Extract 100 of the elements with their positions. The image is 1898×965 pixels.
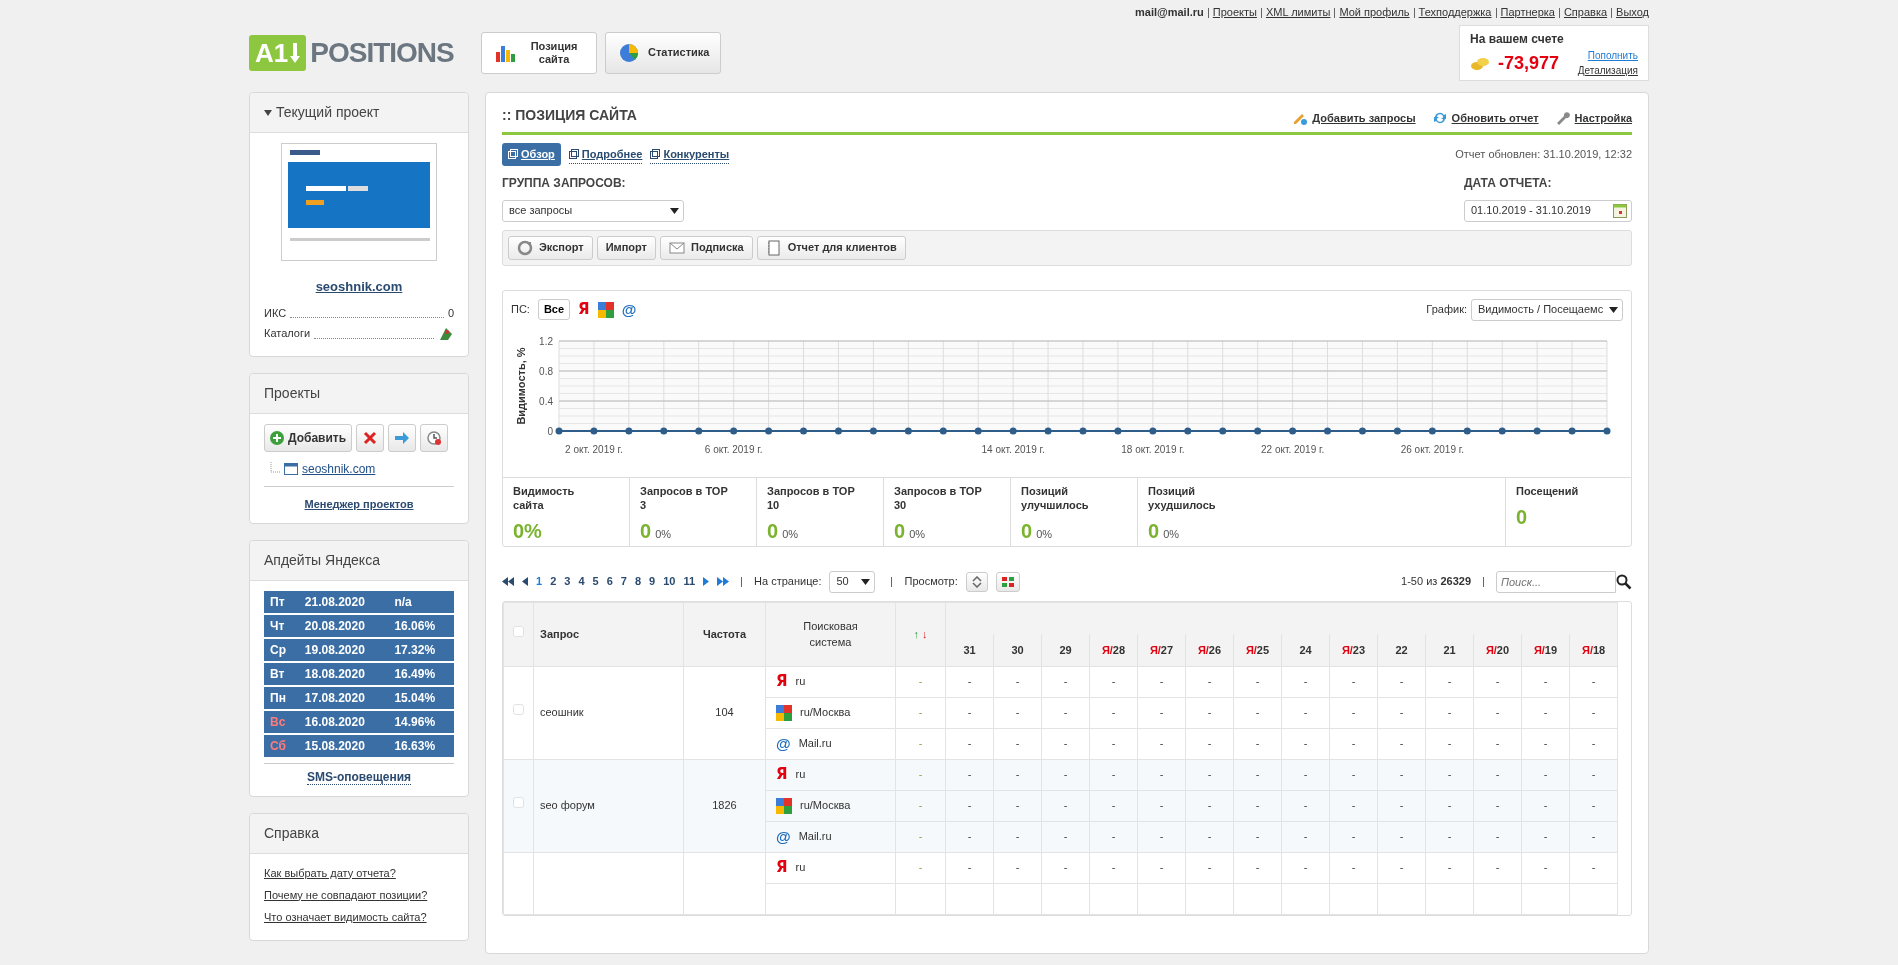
nav-tab[interactable]: Позиция сайта — [481, 32, 597, 74]
top-link[interactable]: Техподдержка — [1418, 6, 1492, 18]
page-link[interactable]: 7 — [620, 573, 627, 590]
top-link[interactable]: Проекты — [1212, 6, 1257, 18]
nav-tab[interactable]: Статистика — [605, 32, 721, 74]
x-tick-label: 6 окт. 2019 г. — [704, 443, 763, 455]
stat-value: 0 — [1148, 519, 1160, 545]
google-icon — [776, 704, 792, 721]
sort-down-arrow[interactable]: ↓ — [922, 627, 928, 640]
toolbar-button[interactable]: Подписка — [660, 235, 753, 260]
position-value: - — [967, 706, 972, 719]
page-link[interactable]: 4 — [578, 573, 585, 590]
mail-at-icon: @ — [776, 829, 791, 844]
top-up-link[interactable]: Пополнить — [1587, 50, 1638, 61]
toolbar-button[interactable]: Импорт — [596, 235, 656, 260]
page-link[interactable]: 2 — [550, 573, 557, 590]
day-header: Я/28 — [1089, 634, 1138, 666]
panel-title: Проекты — [264, 383, 321, 403]
update-day: Пт — [264, 590, 299, 614]
view-tab[interactable]: Обзор — [502, 143, 561, 166]
column-header: Запрос — [533, 602, 684, 666]
project-manager-link[interactable]: Менеджер проектов — [304, 497, 414, 510]
update-day: Сб — [264, 733, 299, 758]
move-button[interactable] — [388, 423, 417, 452]
action-link[interactable]: Добавить запросы — [1292, 109, 1416, 126]
help-link[interactable]: Почему не совпадают позиции? — [264, 888, 428, 901]
first-page-icon[interactable] — [502, 577, 514, 586]
details-link[interactable]: Детализация — [1577, 63, 1638, 78]
position-value: - — [967, 675, 972, 688]
sort-view-button[interactable] — [965, 571, 988, 592]
data-point — [695, 427, 703, 434]
view-tab[interactable]: Конкуренты — [650, 144, 730, 164]
next-page-icon[interactable] — [703, 577, 709, 586]
top-link[interactable]: Выход — [1616, 6, 1649, 18]
position-value: - — [1447, 706, 1452, 719]
position-value: - — [1351, 768, 1356, 781]
view-tab[interactable]: Подробнее — [568, 144, 643, 164]
yandex-icon[interactable]: Я — [578, 302, 590, 317]
mail-at-icon[interactable]: @ — [621, 302, 637, 317]
action-link[interactable]: Обновить отчет — [1431, 109, 1539, 126]
select-all-checkbox[interactable] — [513, 625, 524, 637]
last-page-icon[interactable] — [717, 577, 729, 586]
schedule-button[interactable] — [420, 423, 449, 452]
page-link[interactable]: 9 — [649, 573, 656, 590]
stat-label: Каталоги — [264, 326, 311, 341]
tab-icon — [568, 148, 579, 159]
page-link[interactable]: 3 — [564, 573, 571, 590]
frequency-value: 1826 — [712, 799, 737, 812]
position-value: - — [1591, 830, 1596, 843]
engine-filter-button[interactable]: Все — [537, 299, 571, 320]
update-date: 16.08.2020 — [298, 709, 389, 734]
day-header: 30 — [993, 634, 1042, 666]
top-link[interactable]: Мой профиль — [1339, 6, 1410, 18]
page-link[interactable]: 1 — [536, 573, 543, 590]
date-field[interactable]: 01.10.2019 - 31.10.2019 — [1464, 199, 1632, 222]
per-page-select[interactable]: 50 — [829, 570, 876, 593]
page-link[interactable]: 5 — [592, 573, 599, 590]
search-field[interactable]: Поиск... — [1496, 570, 1616, 593]
search-icon[interactable] — [1616, 573, 1632, 590]
project-link[interactable]: seoshnik.com — [302, 459, 376, 478]
page-link[interactable]: 10 — [663, 573, 676, 590]
add-button[interactable]: Добавить — [264, 423, 353, 452]
arrow-right-icon — [394, 429, 411, 446]
day-header: 21 — [1425, 634, 1474, 666]
position-value: - — [1207, 737, 1212, 750]
position-value: - — [1591, 737, 1596, 750]
position-value: - — [1543, 675, 1548, 688]
position-value: - — [1495, 737, 1500, 750]
data-point — [1428, 427, 1436, 434]
graph-select[interactable]: Видимость / Посещаемс — [1471, 298, 1623, 321]
position-value: - — [1399, 861, 1404, 874]
page-title: :: ПОЗИЦИЯ САЙТА — [502, 105, 637, 125]
position-change: - — [918, 830, 923, 843]
action-link[interactable]: Настройка — [1554, 109, 1632, 126]
row-checkbox[interactable] — [513, 704, 524, 716]
project-link[interactable]: seoshnik.com — [315, 279, 403, 294]
position-value: - — [1351, 861, 1356, 874]
help-link[interactable]: Как выбрать дату отчета? — [264, 866, 396, 879]
engine-region: ru/Москва — [800, 705, 851, 721]
stat-value: 0 — [1021, 519, 1033, 545]
top-link[interactable]: Справка — [1563, 6, 1608, 18]
top-link[interactable]: XML лимиты — [1265, 6, 1331, 18]
position-value: - — [1543, 830, 1548, 843]
page-link[interactable]: 11 — [683, 573, 695, 590]
grid-view-button[interactable] — [995, 571, 1020, 592]
row-checkbox[interactable] — [513, 797, 524, 809]
help-link[interactable]: Что означает видимость сайта? — [264, 910, 427, 923]
column-header: Поисковая система — [765, 602, 896, 666]
page-link[interactable]: 6 — [606, 573, 613, 590]
prev-page-icon[interactable] — [522, 577, 528, 586]
update-date: 15.08.2020 — [298, 733, 389, 758]
toolbar-button[interactable]: Экспорт — [508, 235, 593, 260]
position-change: - — [918, 861, 923, 874]
toolbar-button[interactable]: Отчет для клиентов — [756, 235, 906, 260]
sms-link[interactable]: SMS-оповещения — [306, 769, 412, 785]
position-value: - — [1015, 675, 1020, 688]
top-link[interactable]: Партнерка — [1500, 6, 1555, 18]
delete-button[interactable] — [356, 423, 385, 452]
page-link[interactable]: 8 — [634, 573, 641, 590]
group-select[interactable]: все запросы — [502, 199, 684, 222]
